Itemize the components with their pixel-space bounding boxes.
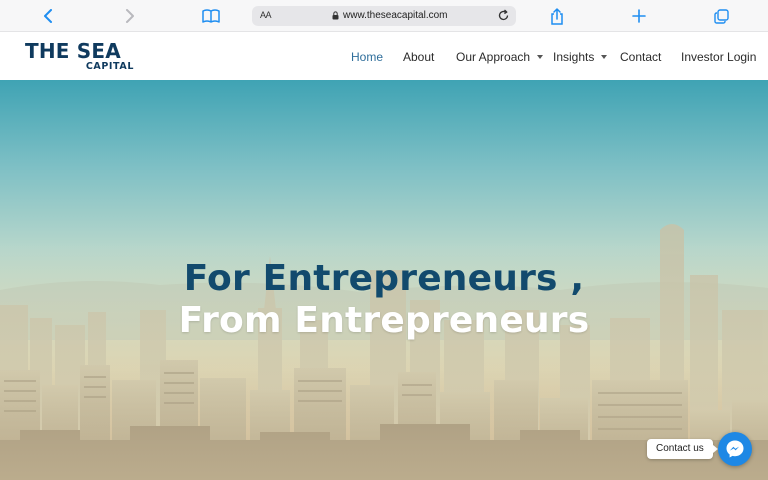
- messenger-button[interactable]: [718, 432, 752, 466]
- nav-about-label: About: [403, 50, 435, 64]
- address-bar[interactable]: AA www.theseacapital.com: [252, 6, 516, 26]
- nav-investor-login[interactable]: Investor Login: [681, 50, 756, 64]
- site-header: THE SEA CAPITAL Home About Our Approach …: [0, 32, 768, 80]
- logo[interactable]: THE SEA CAPITAL: [25, 40, 137, 72]
- back-chevron-icon[interactable]: [36, 4, 60, 28]
- book-icon[interactable]: [199, 4, 223, 28]
- nav-contact-label: Contact: [620, 50, 662, 64]
- share-icon[interactable]: [545, 4, 569, 28]
- nav-investor-login-label: Investor Login: [681, 50, 757, 64]
- nav-insights[interactable]: Insights: [553, 50, 608, 64]
- hero-banner: For Entrepreneurs , From Entrepreneurs: [0, 80, 768, 480]
- caret-down-icon: [537, 55, 544, 59]
- nav-contact[interactable]: Contact: [620, 50, 661, 64]
- url-text: www.theseacapital.com: [343, 10, 448, 21]
- tabs-icon[interactable]: [709, 4, 733, 28]
- plus-icon[interactable]: [627, 4, 651, 28]
- browser-toolbar: AA www.theseacapital.com: [0, 0, 768, 32]
- nav-insights-label: Insights: [553, 50, 595, 64]
- reader-aa-button[interactable]: AA: [260, 10, 272, 20]
- nav-about[interactable]: About: [403, 50, 434, 64]
- lock-icon: [332, 11, 339, 20]
- nav-home[interactable]: Home: [351, 50, 383, 64]
- hero-headline-line-2: From Entrepreneurs: [178, 300, 590, 341]
- contact-us-tooltip[interactable]: Contact us: [647, 439, 718, 459]
- hero-headline-line-1: For Entrepreneurs ,: [183, 258, 585, 299]
- nav-home-label: Home: [351, 50, 384, 64]
- caret-down-icon: [601, 55, 608, 59]
- reload-icon[interactable]: [497, 9, 510, 22]
- messenger-icon: [726, 440, 744, 458]
- logo-main-text: THE SEA: [25, 39, 121, 63]
- nav-our-approach[interactable]: Our Approach: [456, 50, 544, 64]
- nav-our-approach-label: Our Approach: [456, 50, 531, 64]
- forward-chevron-icon[interactable]: [118, 4, 142, 28]
- contact-us-label: Contact us: [656, 443, 704, 454]
- hero-headline: For Entrepreneurs , From Entrepreneurs: [0, 258, 768, 342]
